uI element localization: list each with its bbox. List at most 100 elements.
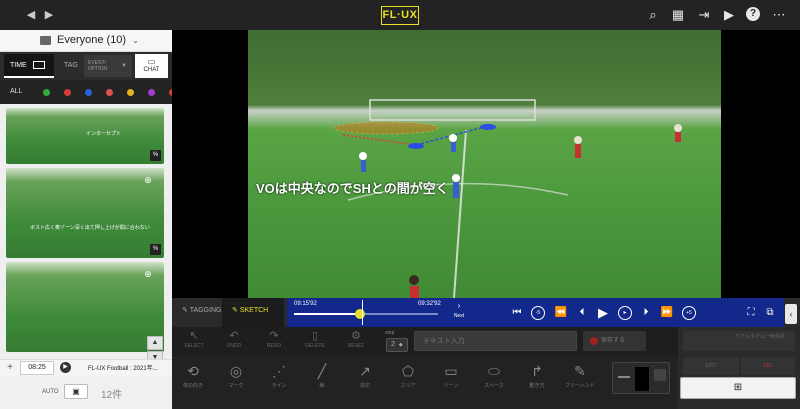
filter-color-dot[interactable]: [85, 89, 92, 96]
play-list-icon[interactable]: ▶: [721, 7, 737, 23]
fullscreen-icon[interactable]: ⛶: [744, 306, 758, 320]
pencil-icon: ✎: [232, 307, 240, 314]
trash-icon: ▯: [311, 330, 319, 342]
calendar-icon[interactable]: ▦: [670, 7, 686, 23]
tagging-tab[interactable]: ✎ TAGGING: [182, 306, 221, 314]
space-tool[interactable]: ⬭ スペース: [476, 360, 512, 398]
loop-icon[interactable]: ▸: [618, 306, 632, 320]
app-logo: FL·UX: [381, 6, 419, 25]
select-tool[interactable]: ↖ SELECT: [176, 330, 212, 349]
filter-color-dot[interactable]: [148, 89, 155, 96]
thumbnail-image: [6, 262, 164, 352]
tab-chat[interactable]: ▭ CHAT: [135, 54, 168, 78]
event-option-select[interactable]: EVENT/ OPTION ▼: [84, 55, 132, 77]
delete-sketch-button[interactable]: DEL: [741, 357, 795, 375]
step-value: 2: [391, 341, 395, 348]
zoom-icon[interactable]: ⊕: [142, 268, 154, 280]
text-input[interactable]: [414, 331, 577, 351]
skip-start-icon[interactable]: ⏮: [510, 306, 524, 320]
rewind-icon[interactable]: ⏪: [554, 306, 568, 320]
search-list-icon[interactable]: ⌕: [645, 7, 661, 23]
play-clip-icon[interactable]: ▶: [60, 362, 71, 373]
space-icon: ⬭: [488, 363, 500, 379]
thumbnail-card[interactable]: ⊕ %: [6, 262, 164, 352]
sketch-label: SKETCH: [239, 307, 269, 314]
cursor-icon: ↖: [189, 330, 199, 342]
forward-5s-icon[interactable]: +5: [682, 306, 696, 320]
step-select[interactable]: 2 ◆: [386, 338, 408, 352]
realtime-save-button[interactable]: リアルタイム一時保存: [683, 331, 795, 351]
filter-color-dot[interactable]: [106, 89, 113, 96]
undo-label: UNDO: [226, 343, 242, 349]
clip-count: 12件: [101, 390, 123, 401]
tag-icon: %: [150, 244, 161, 255]
share-icon[interactable]: ⇥: [696, 7, 712, 23]
more-icon[interactable]: ⋯: [771, 7, 787, 23]
movement-tool[interactable]: ↱ 動き方: [519, 360, 555, 398]
undo-button[interactable]: ↶ UNDO: [216, 330, 252, 349]
thumbnail-card[interactable]: インターセプト %: [6, 108, 164, 164]
auto-toggle[interactable]: ▣: [64, 384, 88, 399]
delete-button[interactable]: ▯ DELETE: [297, 330, 333, 349]
fast-forward-icon[interactable]: ⏩: [660, 306, 674, 320]
line-tool[interactable]: ⋰ ライン: [261, 360, 297, 398]
pip-icon[interactable]: ⧉: [763, 306, 777, 320]
back-button[interactable]: ◀: [24, 8, 38, 22]
tool-label: マーク: [228, 383, 244, 389]
thumbnail-card[interactable]: ボスト広く奥ゾーン深く出て押し上げが間に合わない ⊕ %: [6, 168, 164, 258]
forward-button[interactable]: ▶: [42, 8, 56, 22]
arrow-icon: ↗: [359, 363, 371, 379]
redo-button[interactable]: ↷ REDO: [256, 330, 292, 349]
collapse-panel-button[interactable]: ‹: [785, 304, 797, 324]
time-start: 09:15'92: [294, 301, 317, 307]
scroll-top-button[interactable]: ▲: [147, 336, 163, 350]
time-end: 09:32'92: [418, 301, 441, 307]
rewind-5s-icon[interactable]: -5: [531, 306, 545, 320]
movement-icon: ↱: [531, 363, 543, 379]
tool-label: 矢印: [359, 383, 370, 389]
filter-all[interactable]: ALL: [10, 88, 22, 95]
timeline-marker: [362, 300, 363, 325]
save-label: 保存する: [601, 338, 626, 344]
delete-label: DELETE: [305, 343, 325, 349]
zoom-icon[interactable]: ⊕: [142, 174, 154, 186]
arrow-tool[interactable]: ↗ 矢印: [347, 360, 383, 398]
redo-label: REDO: [266, 343, 282, 349]
straight-line-tool[interactable]: ╱ 線: [304, 360, 340, 398]
tab-tag[interactable]: TAG: [64, 54, 78, 78]
next-button[interactable]: › Next: [452, 301, 466, 319]
color-picker[interactable]: [612, 362, 670, 394]
tagging-label: TAGGING: [189, 307, 222, 314]
straight-line-icon: ╱: [317, 363, 327, 379]
tab-time[interactable]: TIME: [4, 54, 54, 78]
filter-color-dot[interactable]: [43, 89, 50, 96]
zone-tool[interactable]: ▭ ゾーン: [433, 360, 469, 398]
reset-button[interactable]: ⚙ RESET: [338, 330, 374, 349]
add-clip-button[interactable]: ⊞: [680, 377, 796, 399]
video-frame[interactable]: [248, 30, 721, 298]
freehand-tool[interactable]: ✎ フリーハンド: [562, 360, 598, 398]
filter-color-dot[interactable]: [64, 89, 71, 96]
tool-label: フリーハンド: [565, 383, 595, 389]
exit-button[interactable]: EXIT: [683, 357, 739, 375]
tool-label: 体の向き: [182, 383, 203, 389]
sketch-tab[interactable]: ✎ SKETCH: [232, 306, 268, 314]
add-icon[interactable]: +: [4, 362, 16, 374]
area-icon: ⬠: [401, 363, 415, 379]
thumbnail-caption: インターセプト: [86, 131, 122, 137]
step-label: step: [385, 330, 395, 336]
play-icon[interactable]: ▶: [596, 306, 610, 320]
undo-icon: ↶: [229, 330, 239, 342]
clip-title: FL-UX Football : 2021年...: [88, 366, 158, 372]
clip-time: 08:25: [20, 361, 54, 375]
group-selector[interactable]: Everyone (10) ⌄: [40, 34, 139, 48]
help-icon[interactable]: ?: [746, 7, 760, 21]
reset-icon: ⚙: [351, 330, 361, 342]
area-tool[interactable]: ⬠ エリア: [390, 360, 426, 398]
step-forward-icon[interactable]: ⏵: [639, 306, 653, 320]
save-button[interactable]: 保存する: [583, 331, 646, 351]
body-direction-tool[interactable]: ⟲ 体の向き: [175, 360, 211, 398]
filter-color-dot[interactable]: [127, 89, 134, 96]
step-back-icon[interactable]: ⏴: [575, 306, 589, 320]
mark-tool[interactable]: ◎ マーク: [218, 360, 254, 398]
